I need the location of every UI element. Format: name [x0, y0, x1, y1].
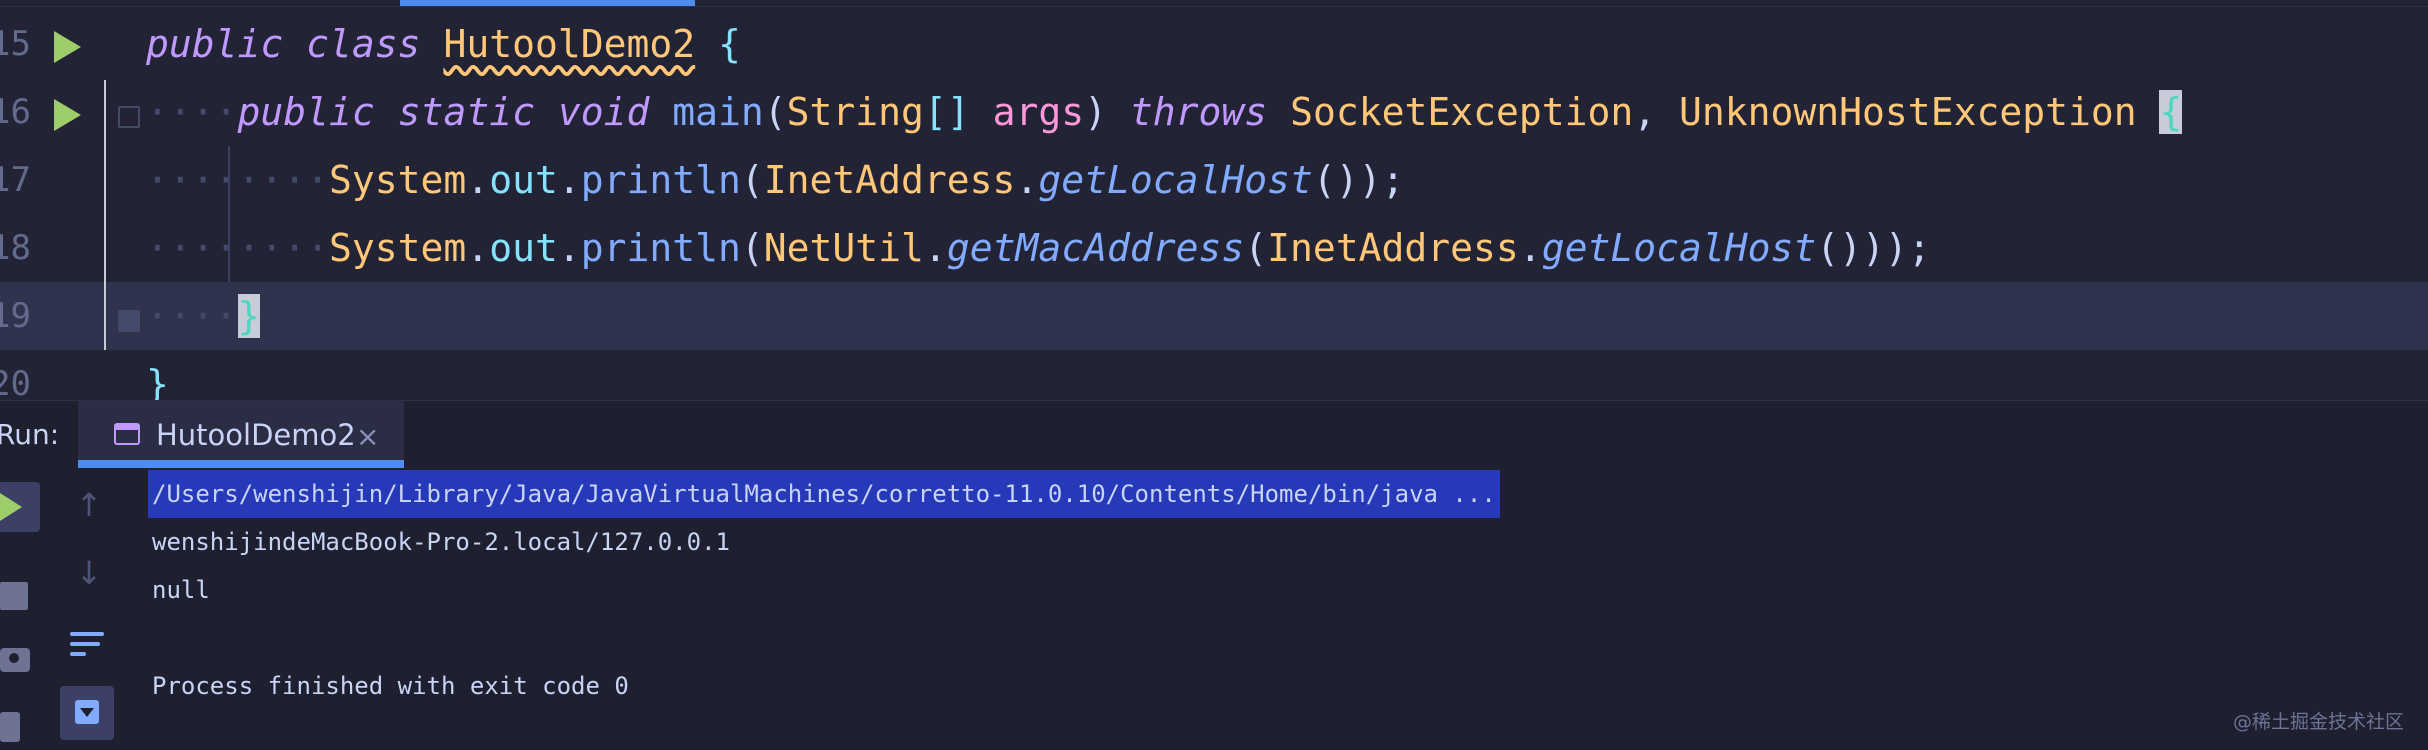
line-number: 17 — [0, 160, 31, 200]
run-tab-label: HutoolDemo2 — [156, 418, 356, 452]
line-number: 15 — [0, 24, 31, 64]
arrow-down-icon[interactable]: ↓ — [74, 554, 104, 592]
soft-wrap-icon[interactable] — [70, 630, 106, 660]
code-text: } — [146, 362, 169, 400]
application-window-icon — [114, 423, 140, 445]
code-line-16[interactable]: 16 ····public static void main(String[] … — [0, 78, 2428, 146]
code-line-19[interactable]: 19 ····} — [0, 282, 2428, 350]
line-number: 19 — [0, 296, 31, 336]
console-output-line: wenshijindeMacBook-Pro-2.local/127.0.0.1 — [152, 528, 730, 556]
console-output-line[interactable]: /Users/wenshijin/Library/Java/JavaVirtua… — [148, 470, 1500, 518]
camera-icon[interactable] — [0, 648, 30, 672]
run-class-icon[interactable] — [54, 31, 81, 63]
code-text: ····public static void main(String[] arg… — [146, 90, 2183, 134]
console-output-line: Process finished with exit code 0 — [152, 672, 629, 700]
editor-top-border — [0, 6, 2428, 7]
watermark: @稀土掘金技术社区 — [2232, 711, 2404, 733]
plug-icon[interactable] — [0, 712, 20, 742]
console-output-line: null — [152, 576, 210, 604]
code-line-17[interactable]: 17 ········System.out.println(InetAddres… — [0, 146, 2428, 214]
scroll-to-end-icon[interactable] — [60, 686, 114, 740]
fold-icon[interactable] — [118, 106, 140, 128]
run-label: Run: — [0, 418, 60, 451]
code-editor[interactable]: 15 public class HutoolDemo2 { 16 ····pub… — [0, 0, 2428, 400]
run-toolbar — [0, 468, 40, 750]
line-number: 20 — [0, 364, 31, 400]
run-tab-hutooldemo2[interactable]: HutoolDemo2 × — [78, 401, 404, 469]
code-text: ········System.out.println(InetAddress.g… — [146, 158, 1405, 202]
code-text: ····} — [146, 294, 261, 338]
run-method-icon[interactable] — [54, 99, 81, 131]
code-line-18[interactable]: 18 ········System.out.println(NetUtil.ge… — [0, 214, 2428, 282]
fold-end-icon[interactable] — [118, 310, 140, 332]
arrow-up-icon[interactable]: ↑ — [74, 486, 104, 524]
line-number: 18 — [0, 228, 31, 268]
indent-guide — [228, 146, 230, 282]
code-text: public class HutoolDemo2 { — [146, 22, 741, 66]
console-panel[interactable]: ↑ ↓ /Users/wenshijin/Library/Java/JavaVi… — [0, 468, 2428, 750]
gutter-separator — [104, 80, 106, 350]
code-line-15[interactable]: 15 public class HutoolDemo2 { — [0, 10, 2428, 78]
stop-icon[interactable] — [0, 582, 28, 610]
line-number: 16 — [0, 92, 31, 132]
run-tool-window-header: Run: HutoolDemo2 × — [0, 400, 2428, 469]
code-line-20[interactable]: 20 } — [0, 350, 2428, 400]
active-tab-underline — [78, 460, 404, 468]
code-text: ········System.out.println(NetUtil.getMa… — [146, 226, 1931, 270]
rerun-icon[interactable] — [0, 482, 40, 532]
